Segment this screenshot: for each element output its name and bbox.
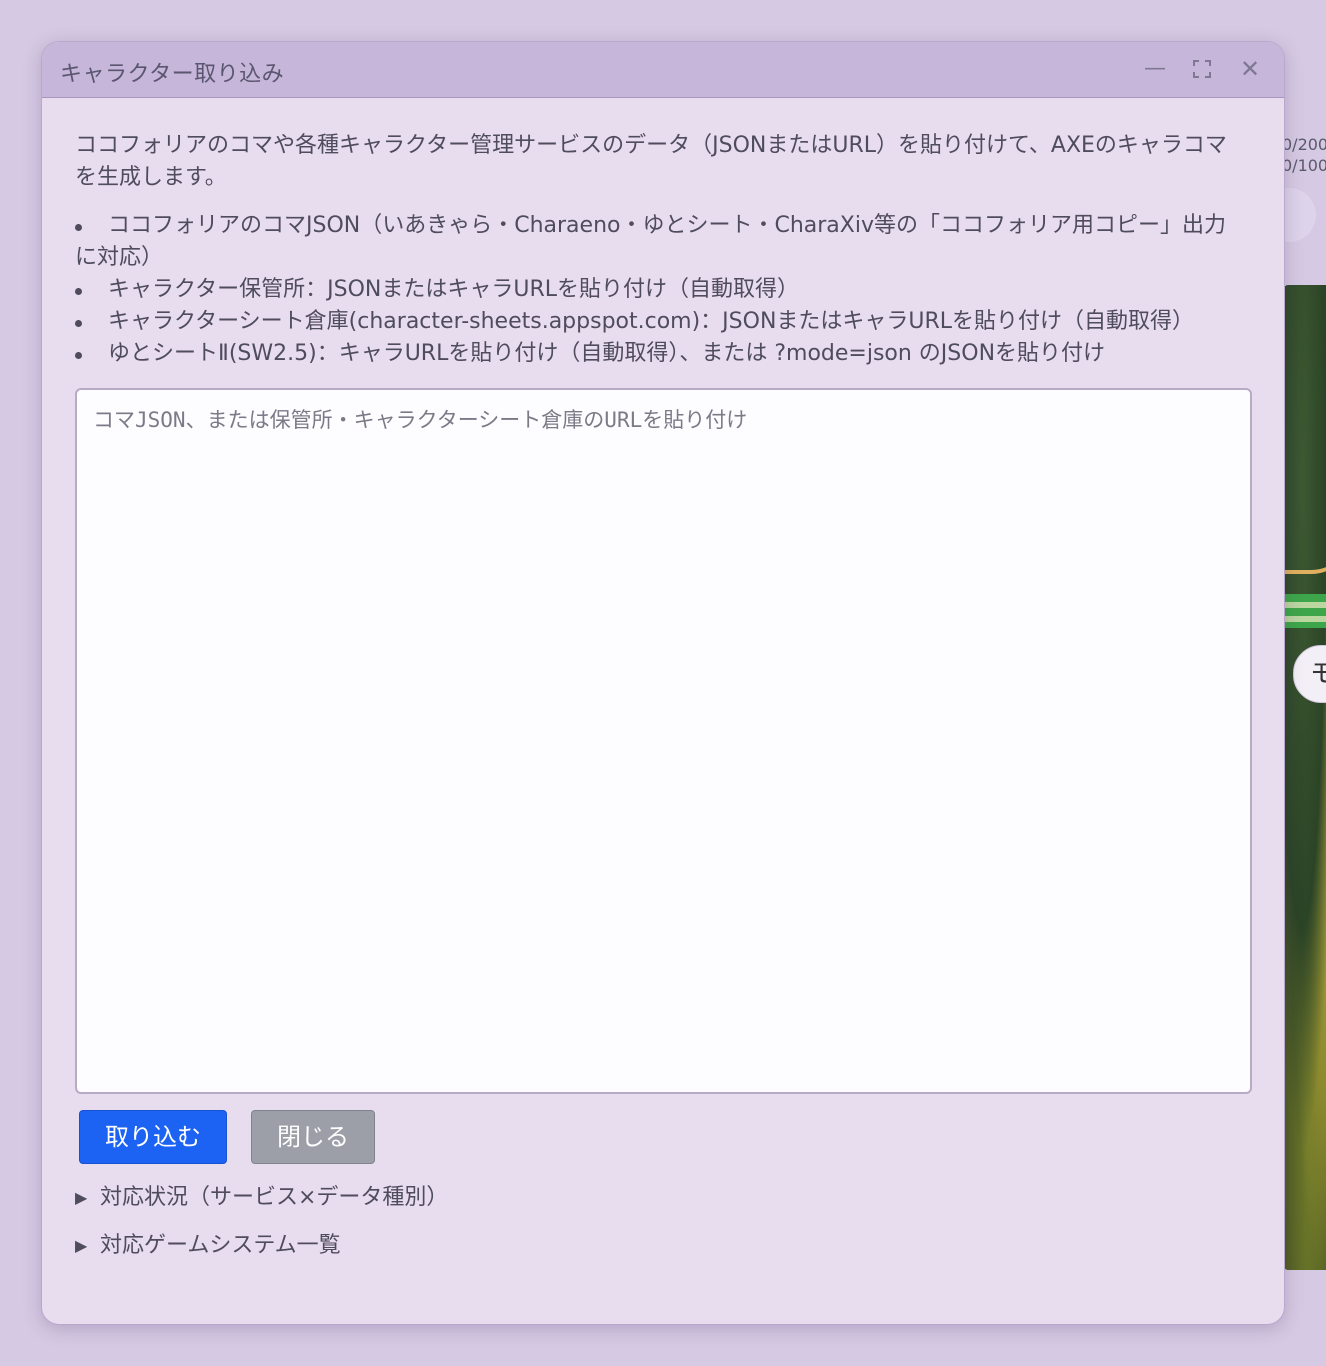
supported-services-list: ココフォリアのコマJSON（いあきゃら・Charaeno・ゆとシート・Chara… [75,210,1235,370]
list-item: キャラクター保管所：JSONまたはキャラURLを貼り付け（自動取得） [75,274,1235,306]
close-icon[interactable]: ✕ [1233,52,1267,86]
dialog-body: ココフォリアのコマや各種キャラクター管理サービスのデータ（JSONまたはURL）… [42,130,1284,1278]
action-buttons: 取り込む 閉じる [75,1110,1251,1164]
list-item: キャラクターシート倉庫(character-sheets.appspot.com… [75,306,1235,338]
background-map-bar [1284,594,1326,628]
close-button[interactable]: 閉じる [251,1110,375,1164]
background-counters: 0/200 0/100 [1282,134,1326,176]
disclosure-sections: ▶ 対応状況（サービス×データ種別） ▶ 対応ゲームシステム一覧 [75,1182,1251,1278]
maximize-icon[interactable] [1185,52,1219,86]
maximize-icon-glyph [1193,60,1211,78]
background-counter-1: 0/200 [1282,135,1326,154]
list-item: ゆとシートⅡ(SW2.5)：キャラURLを貼り付け（自動取得）、または ?mod… [75,338,1235,370]
summary-label: 対応状況（サービス×データ種別） [100,1185,449,1210]
character-import-dialog: キャラクター取り込み — ✕ ココフォリアのコマや各種キャラクター管理サービスの… [41,41,1285,1325]
disclosure-triangle-icon: ▶ [75,1236,88,1255]
dialog-title: キャラクター取り込み [60,62,285,87]
json-url-input[interactable] [75,388,1252,1094]
summary-label: 対応ゲームシステム一覧 [100,1233,341,1258]
import-button[interactable]: 取り込む [79,1110,227,1164]
list-item: ココフォリアのコマJSON（いあきゃら・Charaeno・ゆとシート・Chara… [75,210,1235,274]
background-counter-2: 0/100 [1282,156,1326,175]
disclosure-triangle-icon: ▶ [75,1188,88,1207]
minimize-icon[interactable]: — [1138,52,1172,86]
support-status-summary[interactable]: ▶ 対応状況（サービス×データ種別） [75,1182,1251,1230]
intro-text: ココフォリアのコマや各種キャラクター管理サービスのデータ（JSONまたはURL）… [75,133,1227,190]
game-systems-summary[interactable]: ▶ 対応ゲームシステム一覧 [75,1230,1251,1278]
dialog-titlebar[interactable]: キャラクター取り込み — ✕ [42,42,1284,98]
